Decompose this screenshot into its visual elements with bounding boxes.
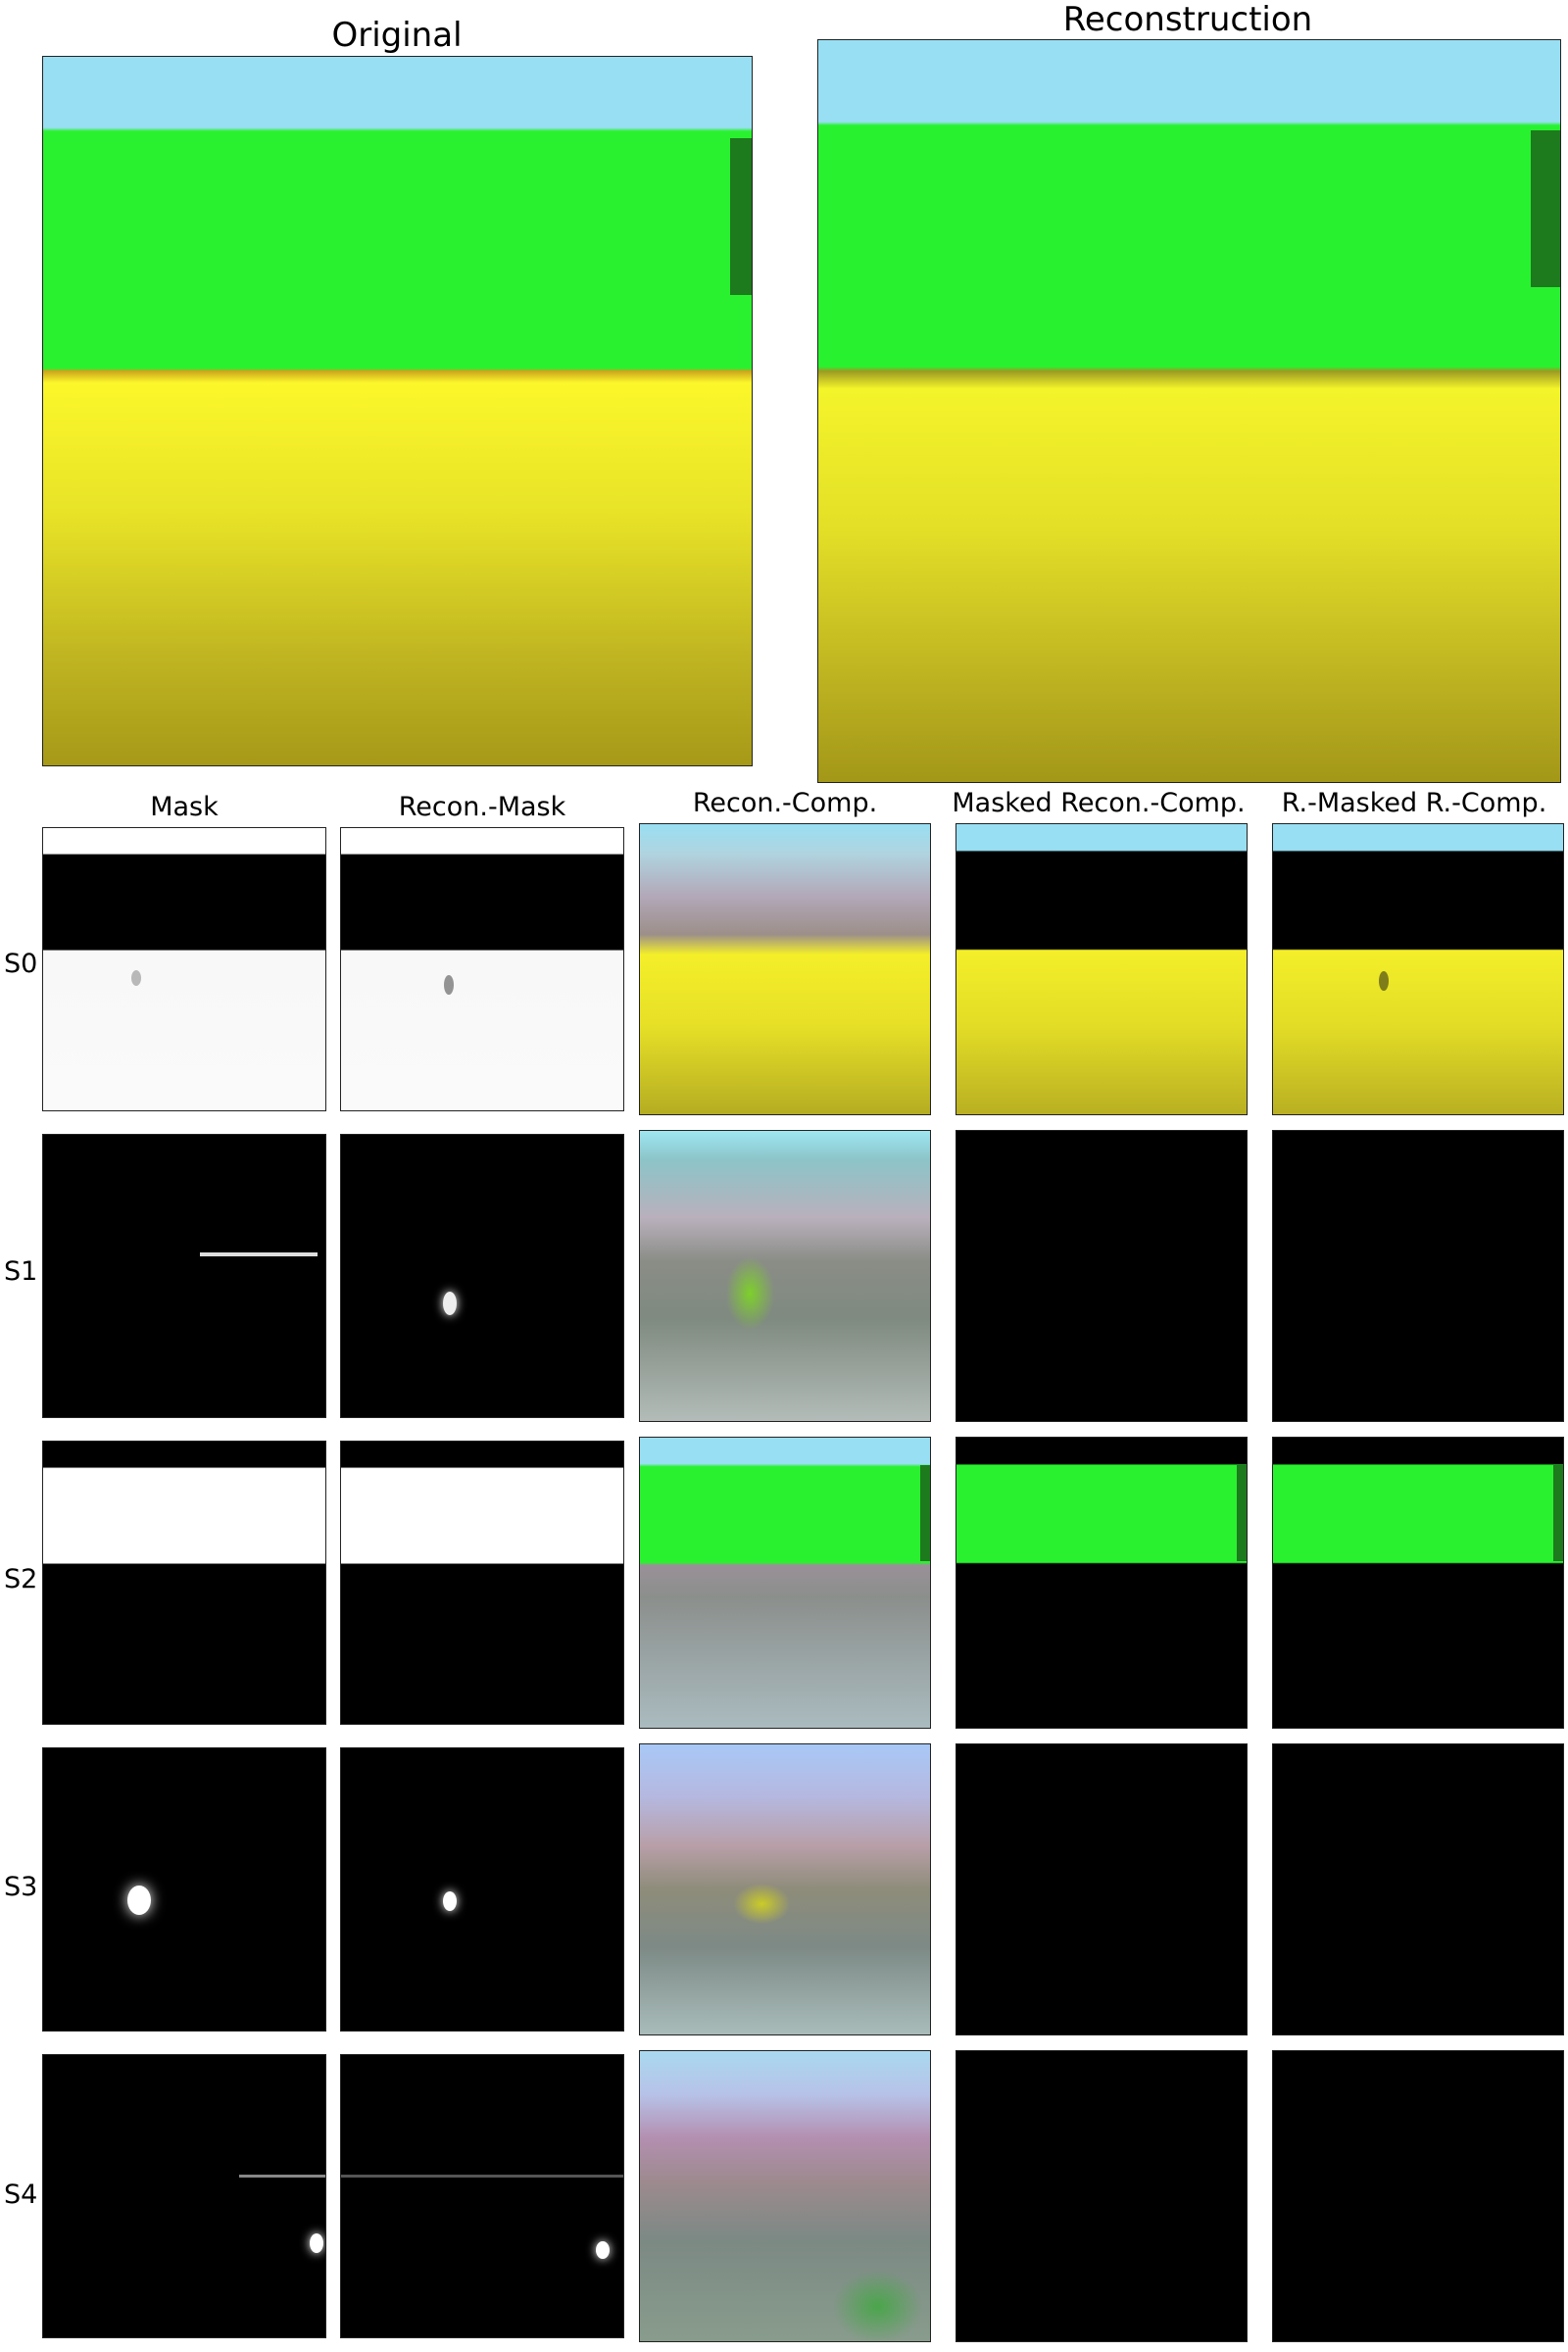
- row-label-s1: S1: [4, 1256, 38, 1287]
- col-title-masked-recon-comp: Masked Recon.-Comp.: [952, 788, 1246, 818]
- s2-mask: [42, 1441, 326, 1725]
- col-title-recon-mask: Recon.-Mask: [398, 792, 566, 822]
- s3-mask: [42, 1747, 326, 2032]
- s1-recon-comp: [639, 1130, 931, 1422]
- col-title-rmasked-rcomp: R.-Masked R.-Comp.: [1281, 788, 1547, 818]
- s0-masked-recon-comp: [956, 823, 1248, 1115]
- row-label-s0: S0: [4, 949, 38, 979]
- s4-recon-mask: [340, 2054, 624, 2338]
- s0-recon-comp: [639, 823, 931, 1115]
- s4-recon-comp: [639, 2050, 931, 2342]
- row-label-s4: S4: [4, 2180, 38, 2210]
- s3-rmasked-rcomp: [1272, 1743, 1564, 2035]
- s1-masked-recon-comp: [956, 1130, 1248, 1422]
- col-title-mask: Mask: [150, 792, 219, 822]
- s2-masked-recon-comp: [956, 1437, 1248, 1729]
- s4-mask: [42, 2054, 326, 2338]
- col-title-recon-comp: Recon.-Comp.: [692, 788, 878, 818]
- s1-rmasked-rcomp: [1272, 1130, 1564, 1422]
- original-image: [42, 56, 753, 766]
- row-label-s2: S2: [4, 1564, 38, 1594]
- s2-rmasked-rcomp: [1272, 1437, 1564, 1729]
- s0-rmasked-rcomp: [1272, 823, 1564, 1115]
- s4-rmasked-rcomp: [1272, 2050, 1564, 2342]
- s1-recon-mask: [340, 1134, 624, 1418]
- row-label-s3: S3: [4, 1872, 38, 1902]
- s1-mask: [42, 1134, 326, 1418]
- s2-recon-mask: [340, 1441, 624, 1725]
- s0-recon-mask: [340, 827, 624, 1111]
- original-title: Original: [331, 16, 463, 55]
- s0-mask: [42, 827, 326, 1111]
- s4-masked-recon-comp: [956, 2050, 1248, 2342]
- s3-recon-mask: [340, 1747, 624, 2032]
- reconstruction-title: Reconstruction: [1062, 0, 1313, 39]
- reconstruction-image: [817, 39, 1561, 783]
- s2-recon-comp: [639, 1437, 931, 1729]
- s3-masked-recon-comp: [956, 1743, 1248, 2035]
- s3-recon-comp: [639, 1743, 931, 2035]
